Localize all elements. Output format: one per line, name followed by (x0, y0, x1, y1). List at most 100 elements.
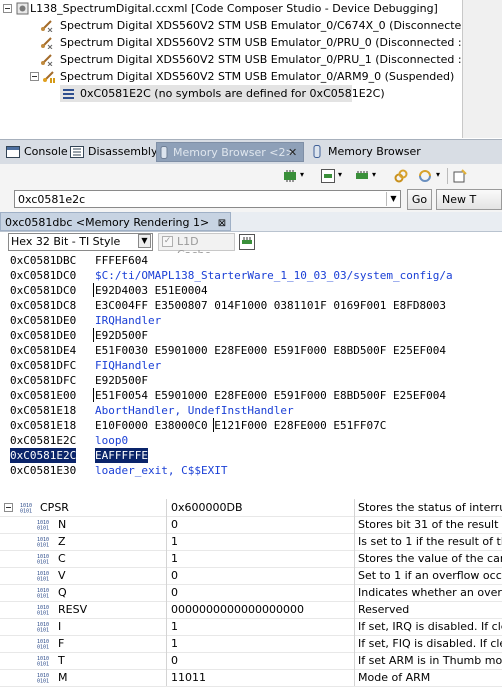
tab-disassembly[interactable]: Disassembly (68, 142, 158, 162)
dropdown-arrow-icon[interactable]: ▾ (436, 170, 440, 179)
tree-session-row[interactable]: L138_SpectrumDigital.ccxml [Code Compose… (0, 0, 462, 17)
register-row[interactable]: 10100101 N 0 Stores bit 31 of the result of… (0, 516, 502, 534)
memory-data-row[interactable]: 0xC0581DC8 E3C004FF E3500807 014F1000 038… (0, 298, 502, 313)
memory-symbol-row[interactable]: 0xC0581E30 loader_exit, C$$EXIT (0, 463, 502, 478)
tree-scrollbar[interactable] (462, 0, 502, 138)
memory-symbol-row[interactable]: 0xC0581DE0 IRQHandler (0, 313, 502, 328)
memory-data-row[interactable]: 0xC0581DBC FFFEF604 (0, 253, 502, 268)
sync-icon[interactable] (418, 169, 432, 183)
format-row: Hex 32 Bit - TI Style ▼ ✓ L1D Cache (0, 232, 502, 261)
tab-memory-browser[interactable]: Memory Browser (310, 142, 421, 162)
dropdown-arrow-icon[interactable]: ▾ (300, 170, 304, 179)
memory-symbol-row[interactable]: 0xC0581E18 AbortHandler, UndefInstHandler (0, 403, 502, 418)
memory-symbol: loop0 (95, 434, 129, 447)
register-value[interactable]: 0 (171, 516, 178, 533)
memory-value[interactable]: EAFFFFFE (95, 448, 148, 463)
memory-value[interactable]: E3C004FF E3500807 014F1000 0381101F 0169… (95, 298, 446, 313)
tree-target-row[interactable]: Spectrum Digital XDS560V2 STM USB Emulat… (0, 34, 462, 51)
memory-address: 0xC0581DE0 (10, 314, 77, 327)
memory-data-row[interactable]: 0xC0581DC0 E92D4003 E51E0004 (0, 283, 502, 298)
target-label-pru0: Spectrum Digital XDS560V2 STM USB Emulat… (60, 36, 462, 49)
memory-view[interactable]: 0xC0581DBC FFFEF604 0xC0581DC0 $C:/ti/OMAPL… (0, 253, 502, 485)
collapse-icon[interactable] (30, 72, 39, 81)
collapse-icon[interactable] (4, 503, 13, 512)
register-value[interactable]: 1 (171, 550, 178, 567)
stack-frame-label: 0xC0581E2C (no symbols are defined for 0… (80, 87, 385, 100)
link-icon[interactable] (394, 169, 408, 183)
register-row[interactable]: 1010 0101 CPSR 0x600000DB Stores the status … (0, 499, 502, 517)
stack-frame-row[interactable]: 0xC0581E2C (no symbols are defined for 0… (60, 85, 385, 102)
memory-data-row[interactable]: 0xC0581E00 E51F0054 E5901000 E28FE000 E59… (0, 388, 502, 403)
memory-value[interactable]: E92D500F (95, 373, 148, 388)
new-tab-button[interactable]: New T (436, 189, 502, 210)
address-input[interactable] (14, 190, 401, 208)
memory-chip-icon[interactable] (355, 169, 369, 183)
tab-console[interactable]: Console (4, 142, 68, 162)
l1d-cache-checkbox[interactable]: ✓ (162, 236, 173, 247)
column-divider (166, 550, 167, 567)
address-dropdown-icon[interactable]: ▼ (386, 192, 400, 206)
register-row[interactable]: 1010 0101 T 0 If set ARM is in Thumb mode (0, 652, 502, 670)
tree-target-row[interactable]: Spectrum Digital XDS560V2 STM USB Emulat… (0, 68, 462, 85)
tree-target-row[interactable]: Spectrum Digital XDS560V2 STM USB Emulat… (0, 51, 462, 68)
register-row[interactable]: 1010 0101 M 11011 Mode of ARM (0, 669, 502, 687)
memory-value[interactable]: E92D4003 E51E0004 (95, 283, 208, 298)
svg-text:0101: 0101 (37, 543, 49, 548)
emulator-suspended-icon (43, 71, 55, 83)
register-row[interactable]: 10100101 V 0 Set to 1 if an overflow occurr… (0, 567, 502, 585)
format-dropdown-icon[interactable]: ▼ (138, 234, 151, 248)
go-button[interactable]: Go (407, 189, 432, 210)
register-row[interactable]: 1010 0101 RESV 0000000000000000000 Reserved (0, 601, 502, 619)
memory-data-row[interactable]: 0xC0581DFC E92D500F (0, 373, 502, 388)
register-row[interactable]: 1010 0101 F 1 If set, FIQ is disabled. If cl… (0, 635, 502, 653)
new-rendering-icon[interactable] (321, 169, 335, 183)
register-value[interactable]: 1 (171, 635, 178, 652)
register-value[interactable]: 0 (171, 584, 178, 601)
refresh-icon[interactable] (283, 169, 297, 183)
memory-symbol-row[interactable]: 0xC0581DC0 $C:/ti/OMAPL138_StarterWare_1_… (0, 268, 502, 283)
register-value[interactable]: 0 (171, 567, 178, 584)
tab-memory-rendering[interactable]: 0xc0581dbc <Memory Rendering 1> ⊠ (0, 212, 232, 231)
tab-memory-browser-2[interactable]: Memory Browser <2> ✕ (156, 142, 304, 162)
collapse-icon[interactable] (3, 4, 12, 13)
register-row[interactable]: 1010 0101 I 1 If set, IRQ is disabled. If cl… (0, 618, 502, 636)
new-window-icon[interactable] (453, 169, 467, 183)
dropdown-arrow-icon[interactable]: ▾ (338, 170, 342, 179)
svg-text:0101: 0101 (37, 526, 49, 531)
memory-data-row[interactable]: 0xC0581E2C EAFFFFFE (0, 448, 502, 463)
close-tab-icon[interactable]: ✕ (288, 143, 297, 163)
column-divider (166, 584, 167, 601)
tree-target-row[interactable]: Spectrum Digital XDS560V2 STM USB Emulat… (0, 17, 462, 34)
register-name: M (58, 671, 68, 684)
memory-value[interactable]: E10F0000 E38000C0 E121F000 E28FE000 E51F… (95, 418, 386, 433)
memory-address: 0xC0581DFC (10, 359, 77, 372)
memory-data-row[interactable]: 0xC0581DE0 E92D500F (0, 328, 502, 343)
memory-symbol-row[interactable]: 0xC0581E2C loop0 (0, 433, 502, 448)
register-value[interactable]: 1 (171, 618, 178, 635)
register-row[interactable]: 10100101 C 1 Stores the value of the carry … (0, 550, 502, 568)
register-value[interactable]: 0000000000000000000 (171, 601, 304, 618)
register-row[interactable]: 1010 0101 Z 1 Is set to 1 if the result of t… (0, 533, 502, 551)
format-select[interactable]: Hex 32 Bit - TI Style (8, 233, 153, 251)
register-value[interactable]: 1 (171, 533, 178, 550)
memory-address: 0xC0581DC0 (10, 284, 77, 297)
memory-symbol-row[interactable]: 0xC0581DFC FIQHandler (0, 358, 502, 373)
memory-value[interactable]: E92D500F (95, 328, 148, 343)
register-value[interactable]: 11011 (171, 669, 206, 686)
memory-data-row[interactable]: 0xC0581E18 E10F0000 E38000C0 E121F000 E28… (0, 418, 502, 433)
l1d-cache-option[interactable]: ✓ L1D Cache (158, 233, 235, 261)
svg-text:0101: 0101 (37, 628, 49, 633)
register-value[interactable]: 0 (171, 652, 178, 669)
cache-settings-icon[interactable] (239, 234, 255, 250)
close-tab-icon[interactable]: ⊠ (218, 218, 226, 229)
dropdown-arrow-icon[interactable]: ▾ (372, 170, 376, 179)
register-value[interactable]: 0x600000DB (171, 499, 243, 516)
memory-value[interactable]: E51F0030 E5901000 E28FE000 E591F000 E8BD… (95, 343, 446, 358)
memory-value[interactable]: FFFEF604 (95, 253, 148, 268)
memory-value[interactable]: E51F0054 E5901000 E28FE000 E591F000 E8BD… (95, 388, 446, 403)
memory-data-row[interactable]: 0xC0581DE4 E51F0030 E5901000 E28FE000 E59… (0, 343, 502, 358)
register-row[interactable]: 10100101 Q 0 Indicates whether an overflow (0, 584, 502, 602)
column-divider (354, 601, 355, 618)
text-caret (93, 388, 94, 402)
svg-text:0101: 0101 (37, 577, 49, 582)
